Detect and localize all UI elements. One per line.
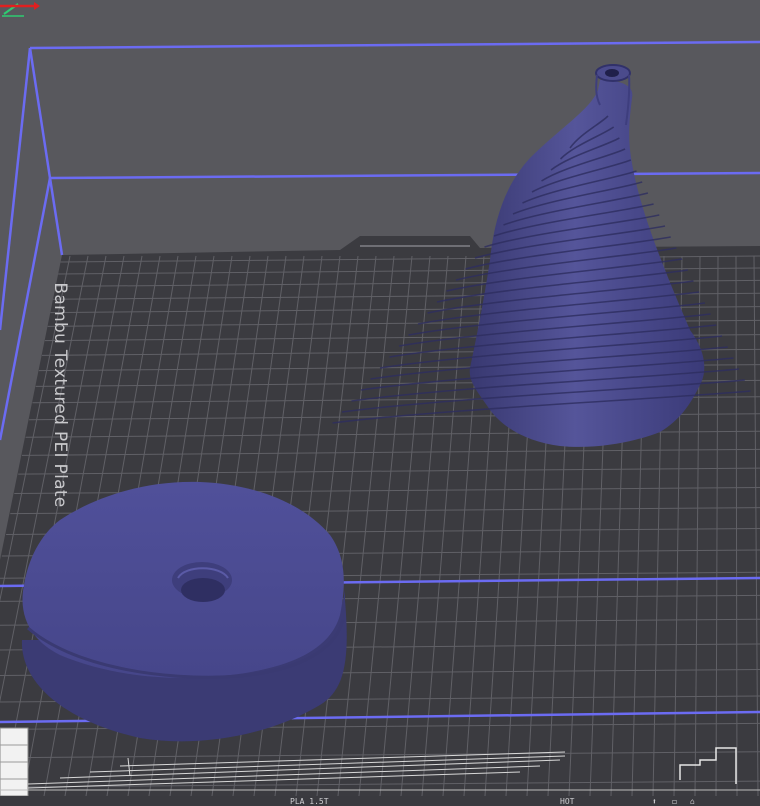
temperature-warning-text: HOT bbox=[560, 797, 575, 806]
view-icon[interactable]: ⬆ bbox=[652, 797, 657, 806]
x-axis-arrow-icon bbox=[0, 2, 40, 10]
bottom-status-strip bbox=[0, 796, 760, 806]
disk-model[interactable] bbox=[21, 481, 347, 742]
home-icon[interactable]: ⌂ bbox=[690, 797, 695, 806]
cube-icon[interactable]: ◻ bbox=[672, 797, 677, 806]
filament-info-text: PLA 1.5T bbox=[290, 797, 329, 806]
scene-canvas[interactable] bbox=[0, 0, 760, 806]
plate-type-label: Bambu Textured PEI Plate bbox=[50, 282, 70, 508]
3d-viewport[interactable]: Bambu Textured PEI Plate PLA 1.5T HOT ⬆ … bbox=[0, 0, 760, 806]
